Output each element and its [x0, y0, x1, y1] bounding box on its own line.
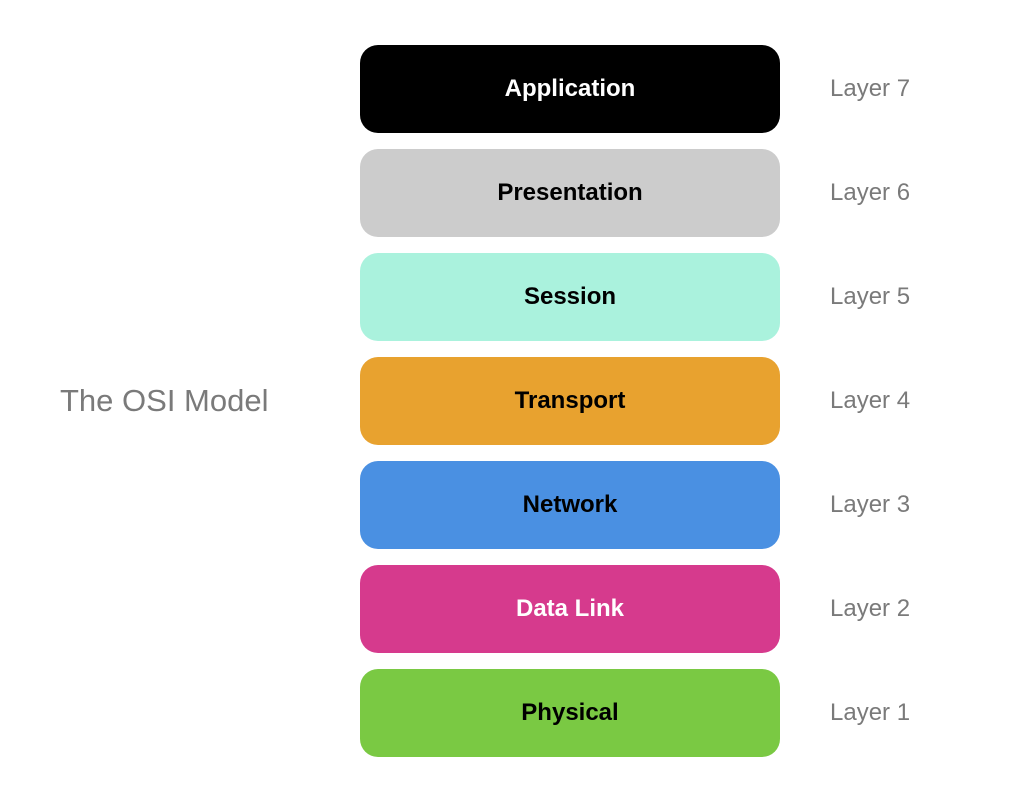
layer-box-physical: Physical — [360, 669, 780, 757]
layer-label-4: Layer 4 — [830, 357, 974, 445]
layer-label-2: Layer 2 — [830, 565, 974, 653]
labels-column: Layer 7 Layer 6 Layer 5 Layer 4 Layer 3 … — [780, 45, 974, 757]
layer-label-6: Layer 6 — [830, 149, 974, 237]
layer-label-5: Layer 5 — [830, 253, 974, 341]
title-column: The OSI Model — [50, 382, 360, 419]
layer-label-3: Layer 3 — [830, 461, 974, 549]
layer-box-transport: Transport — [360, 357, 780, 445]
layer-box-presentation: Presentation — [360, 149, 780, 237]
layer-box-session: Session — [360, 253, 780, 341]
layer-label-7: Layer 7 — [830, 45, 974, 133]
diagram-title: The OSI Model — [60, 382, 268, 419]
layer-box-data-link: Data Link — [360, 565, 780, 653]
layer-box-network: Network — [360, 461, 780, 549]
layer-label-1: Layer 1 — [830, 669, 974, 757]
osi-diagram: The OSI Model Application Presentation S… — [50, 45, 974, 757]
layer-box-application: Application — [360, 45, 780, 133]
layers-column: Application Presentation Session Transpo… — [360, 45, 780, 757]
